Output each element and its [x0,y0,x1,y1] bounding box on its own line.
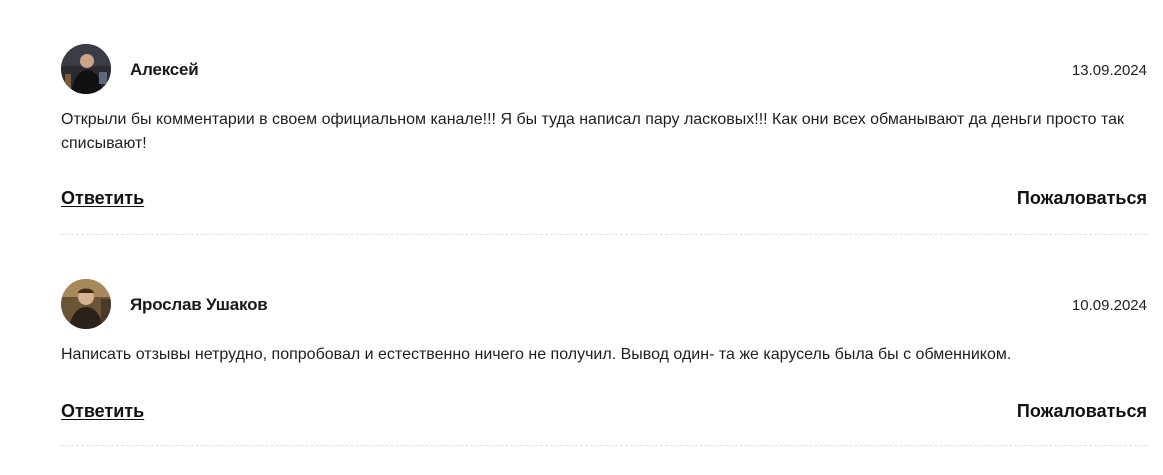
comment-item: Алексей 13.09.2024 Открыли бы комментари… [61,44,1147,235]
comment-text: Открыли бы комментарии в своем официальн… [61,111,1125,152]
comment-text: Написать отзывы нетрудно, попробовал и е… [61,346,1012,363]
comment-date: 13.09.2024 [1071,62,1147,79]
comment-author: Ярослав Ушаков [130,295,268,314]
avatar [61,279,111,329]
reply-link[interactable]: Ответить [61,188,144,209]
user-photo-icon [61,279,111,329]
comment-date: 10.09.2024 [1071,297,1147,314]
report-link[interactable]: Пожаловаться [1017,188,1147,209]
comment-header: Алексей 13.09.2024 [61,44,1147,96]
comment-header: Ярослав Ушаков 10.09.2024 [61,279,1147,331]
user-photo-icon [61,44,111,94]
comment-author: Алексей [130,60,199,79]
comments-list: Алексей 13.09.2024 Открыли бы комментари… [61,44,1147,446]
comment-item: Ярослав Ушаков 10.09.2024 Написать отзыв… [61,279,1147,446]
comment-actions: Ответить Пожаловаться [61,186,1147,234]
report-link[interactable]: Пожаловаться [1017,401,1147,422]
comment-actions: Ответить Пожаловаться [61,399,1147,445]
avatar [61,44,111,94]
reply-link[interactable]: Ответить [61,401,144,422]
